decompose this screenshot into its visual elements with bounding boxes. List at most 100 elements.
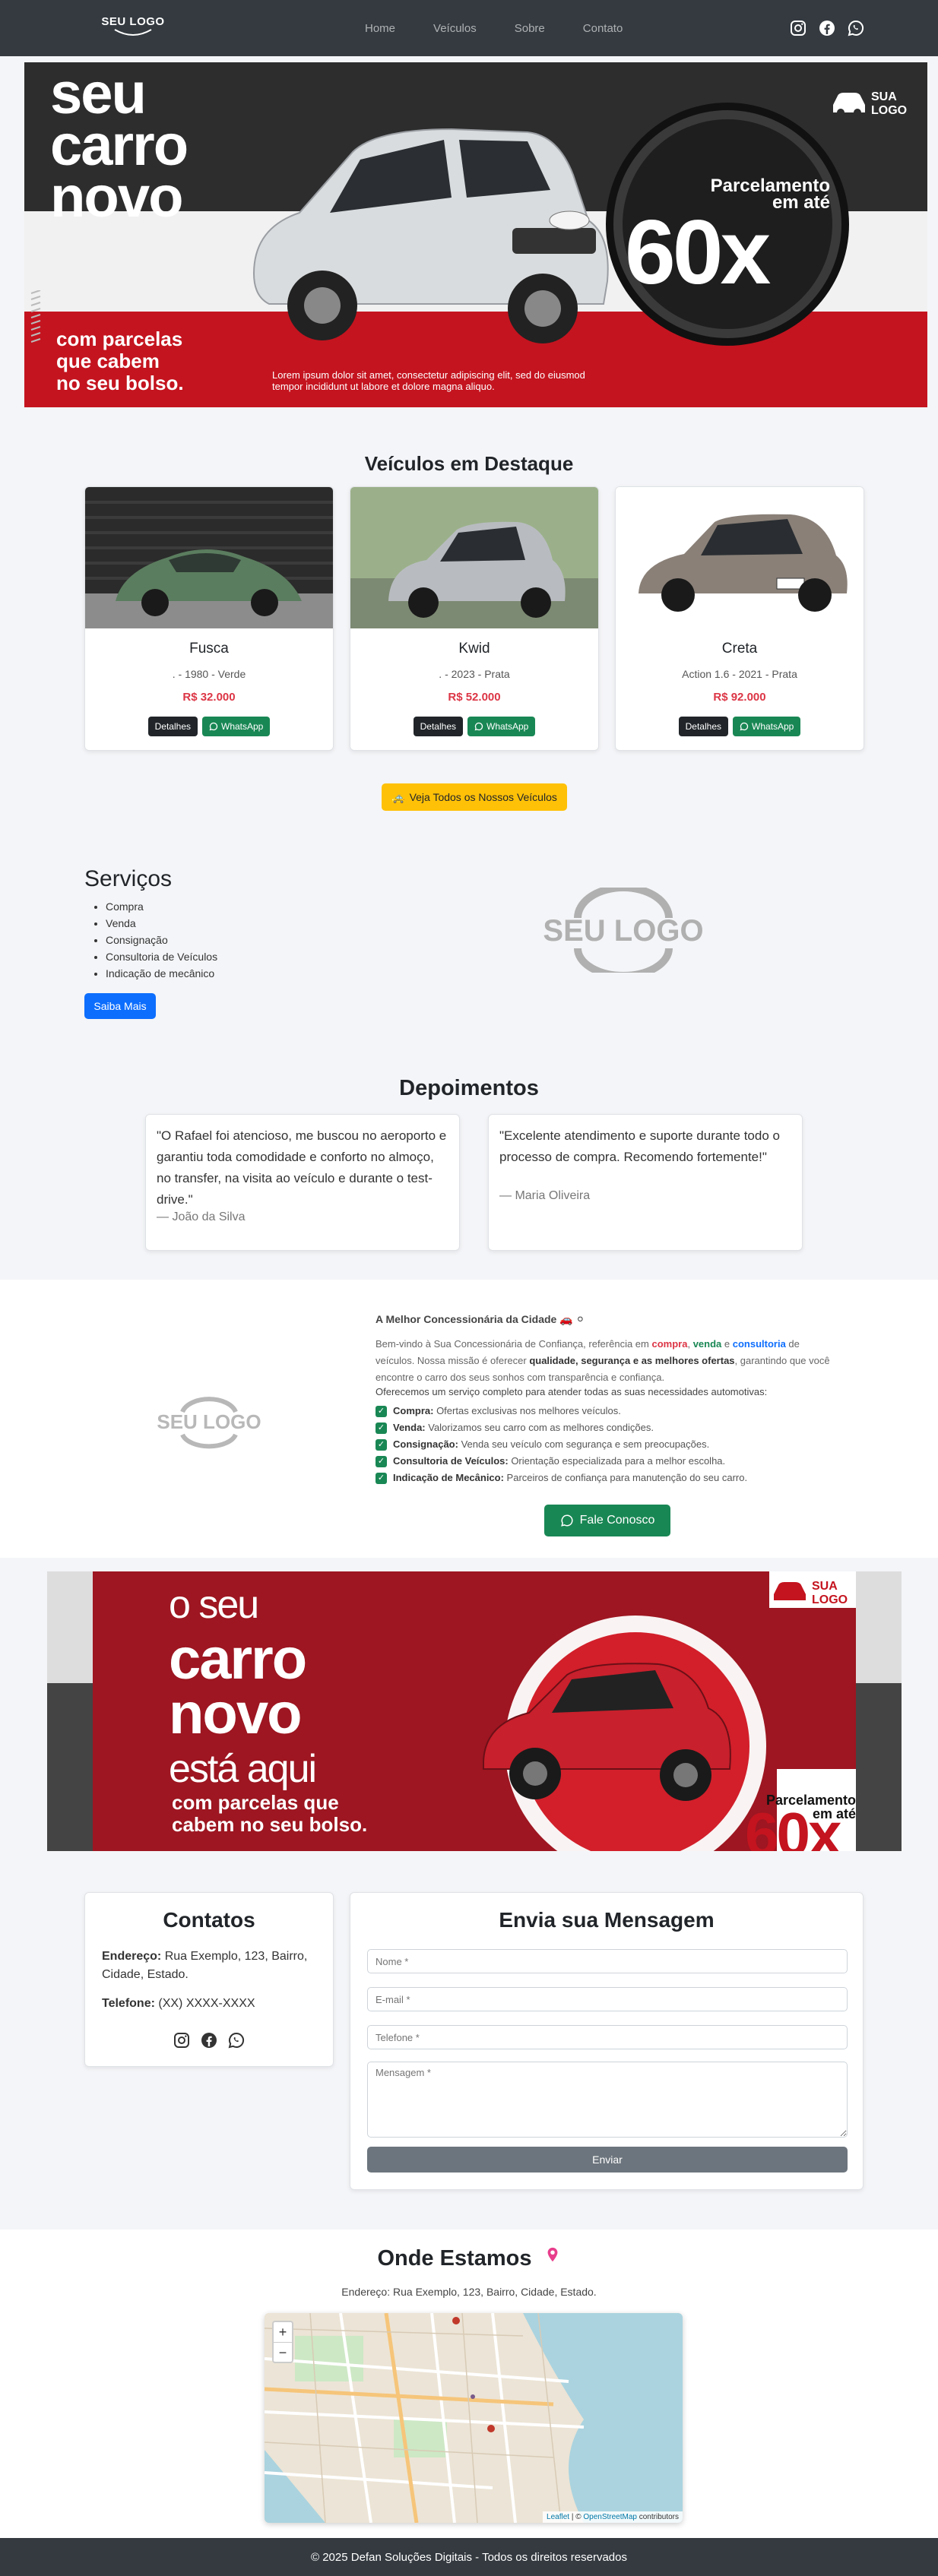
vehicle-image[interactable] [616, 487, 864, 628]
nav-link-home[interactable]: Home [365, 22, 395, 35]
banner-headline: o seu carro novo está aqui [169, 1578, 317, 1796]
zoom-in-button[interactable]: + [274, 2322, 292, 2342]
hero-brand-line: LOGO [871, 104, 907, 117]
send-button[interactable]: Enviar [367, 2147, 848, 2173]
location-address: Endereço: Rua Exemplo, 123, Bairro, Cida… [341, 2286, 597, 2298]
banner-headline-line: está aqui [169, 1747, 317, 1791]
details-button[interactable]: Detalhes [413, 717, 463, 736]
about-list-item: ✓ Compra: Ofertas exclusivas nos melhores… [376, 1403, 747, 1419]
map-tiles [265, 2313, 683, 2523]
hero-brand-logo: SUA LOGO [833, 90, 907, 117]
hero-headline: seu carro novo [50, 65, 189, 229]
contacts-card: Contatos Endereço: Rua Exemplo, 123, Bai… [84, 1892, 334, 2067]
whatsapp-icon [560, 1514, 573, 1527]
vehicle-price: R$ 92.000 [713, 691, 766, 704]
whatsapp-icon[interactable] [227, 2031, 246, 2049]
testimonial-author: — Maria Oliveira [499, 1189, 591, 1202]
banner-side-right [856, 1571, 902, 1851]
hero-subtitle-line: com parcelas [56, 328, 183, 350]
map-attribution-end: contributors [636, 2513, 679, 2521]
testimonial-quote: "O Rafael foi atencioso, me buscou no ae… [157, 1128, 447, 1207]
nav-social-icons [789, 19, 865, 37]
whatsapp-label: WhatsApp [486, 721, 529, 732]
view-all-vehicles-button[interactable]: 🚕 Veja Todos os Nossos Veículos [382, 783, 567, 811]
about-item-text: Parceiros de confiança para manutenção d… [503, 1472, 748, 1483]
check-icon: ✓ [376, 1422, 387, 1434]
about-item-label: Indicação de Mecânico: [393, 1472, 504, 1483]
contacts-phone-value: (XX) XXXX-XXXX [154, 1997, 255, 2010]
vehicle-image[interactable] [85, 487, 334, 628]
vehicle-meta: . - 2023 - Prata [439, 668, 510, 680]
leaflet-link[interactable]: Leaflet [547, 2513, 569, 2521]
about-text: e [721, 1338, 733, 1350]
promo-banner: o seu carro novo está aqui com parcelas … [47, 1571, 902, 1851]
contact-us-button[interactable]: Fale Conosco [544, 1505, 670, 1536]
nav-link-contato[interactable]: Contato [583, 22, 623, 35]
view-all-label: Veja Todos os Nossos Veículos [409, 791, 557, 803]
check-icon: ✓ [376, 1455, 387, 1467]
site-logo[interactable]: SEU LOGO [100, 15, 166, 41]
about-list: ✓ Compra: Ofertas exclusivas nos melhores… [376, 1403, 747, 1486]
about-logo: SEU LOGO [157, 1397, 261, 1449]
banner-60x: 60x [745, 1800, 841, 1852]
vehicle-image[interactable] [350, 487, 599, 628]
whatsapp-label: WhatsApp [221, 721, 264, 732]
whatsapp-button[interactable]: WhatsApp [733, 717, 801, 736]
phone-field[interactable] [367, 2025, 848, 2049]
check-icon: ✓ [376, 1472, 387, 1484]
name-field[interactable] [367, 1949, 848, 1973]
instagram-icon[interactable] [789, 19, 807, 37]
osm-link[interactable]: OpenStreetMap [583, 2513, 637, 2521]
facebook-icon[interactable] [818, 19, 836, 37]
whatsapp-icon [740, 722, 749, 731]
about-item-label: Consignação: [393, 1438, 458, 1450]
whatsapp-button[interactable]: WhatsApp [467, 717, 536, 736]
about-item-text: Ofertas exclusivas nos melhores veículos… [433, 1405, 621, 1416]
testimonial-quote: "Excelente atendimento e suporte durante… [499, 1128, 780, 1164]
details-button[interactable]: Detalhes [678, 717, 728, 736]
services-item: Compra [106, 898, 217, 915]
hero-subtitle-line: que cabem [56, 350, 160, 372]
about-paragraph-2: Oferecemos um serviço completo para aten… [376, 1386, 768, 1397]
facebook-icon[interactable] [200, 2031, 218, 2049]
whatsapp-icon[interactable] [847, 19, 865, 37]
vehicle-meta: . - 1980 - Verde [172, 668, 246, 680]
about-section: SEU LOGO A Melhor Concessionária da Cida… [0, 1280, 938, 1558]
learn-more-button[interactable]: Saiba Mais [84, 993, 156, 1019]
banner-brand-line: SUA [812, 1580, 838, 1593]
car-icon: 🚕 [391, 790, 405, 803]
contacts-phone: Telefone: (XX) XXXX-XXXX [102, 1995, 322, 2013]
instagram-icon[interactable] [173, 2031, 191, 2049]
about-item-text: Orientação especializada para a melhor e… [508, 1455, 726, 1467]
whatsapp-button[interactable]: WhatsApp [202, 717, 271, 736]
map-view[interactable]: + − Leaflet | © OpenStreetMap contributo… [265, 2313, 683, 2523]
featured-title: Veículos em Destaque [364, 452, 574, 475]
about-item-label: Consultoria de Veículos: [393, 1455, 509, 1467]
footer-text: © 2025 Defan Soluções Digitais - Todos o… [311, 2550, 627, 2564]
message-field[interactable] [367, 2062, 848, 2138]
banner-brand-line: LOGO [812, 1593, 848, 1606]
services-title: Serviços [84, 866, 173, 891]
contacts-phone-label: Telefone: [102, 1997, 155, 2010]
location-section: Onde Estamos Endereço: Rua Exemplo, 123,… [0, 2229, 938, 2538]
nav-link-sobre[interactable]: Sobre [515, 22, 545, 35]
about-list-item: ✓ Venda: Valorizamos seu carro com as mel… [376, 1419, 747, 1436]
details-button[interactable]: Detalhes [147, 717, 198, 736]
zoom-out-button[interactable]: − [274, 2342, 292, 2362]
footer: © 2025 Defan Soluções Digitais - Todos o… [0, 2538, 938, 2576]
contact-us-label: Fale Conosco [579, 1514, 655, 1527]
map-pin-icon [547, 2247, 557, 2262]
banner-subtitle: com parcelas que cabem no seu bolso. [172, 1792, 367, 1836]
email-field[interactable] [367, 1987, 848, 2011]
about-title: A Melhor Concessionária da Cidade 🚗 ⚪ [376, 1313, 585, 1325]
nav-link-veiculos[interactable]: Veículos [433, 22, 477, 35]
nav-links: Home Veículos Sobre Contato [365, 0, 623, 56]
whatsapp-label: WhatsApp [752, 721, 794, 732]
about-item-text: Valorizamos seu carro com as melhores co… [425, 1422, 654, 1433]
hero-headline-line: carro [50, 113, 189, 178]
check-icon: ✓ [376, 1405, 387, 1417]
whatsapp-icon [209, 722, 218, 731]
banner-brand-logo: SUA LOGO [769, 1571, 856, 1608]
hero-headline-line: novo [50, 165, 184, 229]
hero-stripes-decoration [30, 290, 41, 343]
